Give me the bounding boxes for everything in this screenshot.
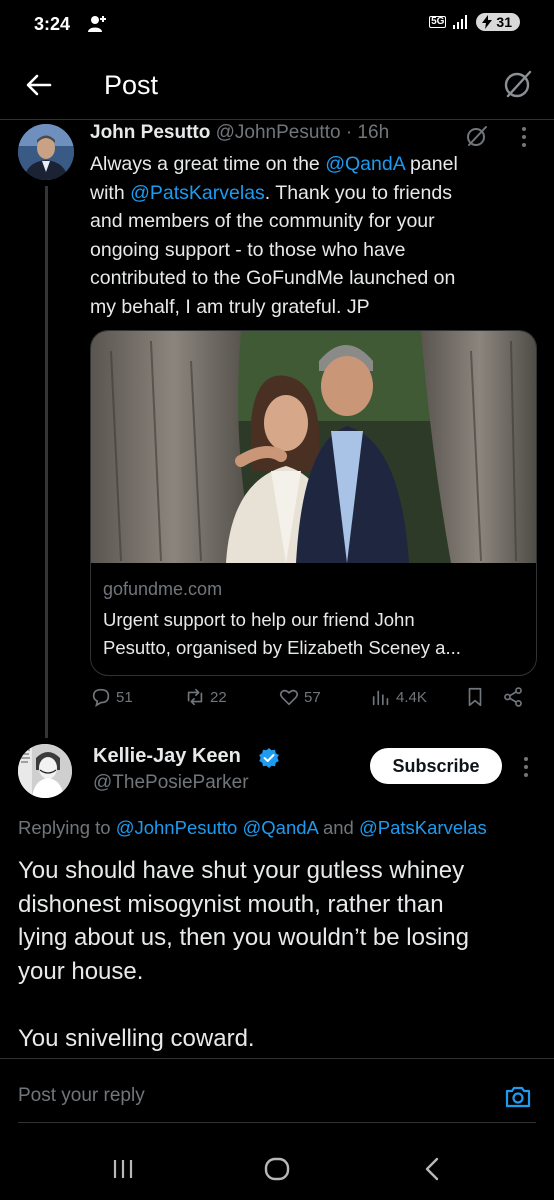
avatar[interactable] bbox=[18, 124, 74, 180]
battery-level: 31 bbox=[496, 14, 512, 30]
card-domain: gofundme.com bbox=[103, 579, 223, 599]
more-options-icon[interactable] bbox=[518, 124, 530, 150]
reply-body: You should have shut your gutless whiney… bbox=[18, 854, 548, 1055]
more-options-icon[interactable] bbox=[520, 754, 532, 780]
subscribe-button[interactable]: Subscribe bbox=[370, 748, 502, 784]
thread-connector bbox=[45, 186, 48, 738]
views-button[interactable]: 4.4K bbox=[370, 686, 427, 708]
avatar[interactable] bbox=[18, 744, 72, 798]
card-meta: gofundme.com Urgent support to help our … bbox=[103, 579, 527, 662]
post-timestamp: · 16h bbox=[345, 122, 390, 143]
post-text: contributed to the GoFundMe launched on bbox=[90, 267, 456, 289]
post-text: panel bbox=[404, 153, 458, 175]
recent-apps-icon[interactable] bbox=[108, 1154, 138, 1184]
repost-button[interactable]: 22 bbox=[184, 686, 227, 708]
post-author-name[interactable]: John Pesutto bbox=[90, 122, 210, 143]
mention-link[interactable]: @QandA bbox=[325, 153, 404, 175]
card-title: Pesutto, organised by Elizabeth Sceney a… bbox=[103, 637, 461, 658]
post-author-handle[interactable]: @JohnPesutto bbox=[216, 122, 341, 143]
mention-link[interactable]: @PatsKarvelas bbox=[130, 182, 265, 204]
reply-text: lying about us, then you wouldn’t be los… bbox=[18, 924, 469, 951]
reply-input[interactable]: Post your reply bbox=[18, 1085, 145, 1107]
home-icon[interactable] bbox=[262, 1154, 292, 1184]
reply-button[interactable]: 51 bbox=[90, 686, 133, 708]
post-text: my behalf, I am truly grateful. JP bbox=[90, 295, 370, 318]
grok-icon[interactable] bbox=[502, 68, 534, 100]
repost-count: 22 bbox=[210, 688, 227, 706]
mention-link[interactable]: @QandA bbox=[242, 817, 317, 838]
top-bar: Post bbox=[0, 52, 554, 120]
charging-icon bbox=[482, 15, 493, 29]
like-button[interactable]: 57 bbox=[278, 686, 321, 708]
page-title: Post bbox=[104, 70, 159, 100]
back-icon[interactable] bbox=[418, 1154, 448, 1184]
person-add-icon bbox=[88, 16, 106, 32]
profile-photo bbox=[18, 744, 72, 798]
reply-text: You should have shut your gutless whiney bbox=[18, 857, 465, 884]
share-icon[interactable] bbox=[502, 686, 524, 708]
grok-icon[interactable] bbox=[465, 124, 489, 148]
post-text: and members of the community for your bbox=[90, 210, 435, 232]
post-text: ongoing support - to those who have bbox=[90, 238, 406, 261]
back-arrow-icon[interactable] bbox=[24, 70, 54, 100]
card-image bbox=[91, 331, 536, 563]
divider bbox=[18, 1122, 536, 1123]
signal-icon bbox=[453, 15, 468, 29]
reply-author-name[interactable]: Kellie-Jay Keen bbox=[93, 745, 241, 768]
replying-to: Replying to @JohnPesutto @QandA and @Pat… bbox=[18, 817, 487, 839]
post-text: with bbox=[90, 181, 131, 204]
views-icon bbox=[372, 690, 389, 706]
system-nav-bar bbox=[0, 1140, 554, 1200]
verified-badge-icon bbox=[259, 748, 279, 768]
reply-icon bbox=[92, 688, 110, 707]
replying-prefix: Replying to bbox=[18, 817, 116, 838]
post-author-row: John Pesutto @JohnPesutto · 16h bbox=[90, 122, 389, 144]
views-count: 4.4K bbox=[396, 688, 427, 706]
reply-author-handle[interactable]: @ThePosieParker bbox=[93, 772, 249, 794]
battery-indicator: 31 bbox=[476, 13, 520, 31]
replying-and: and bbox=[317, 817, 359, 838]
reply-text: You snivelling coward. bbox=[18, 1024, 255, 1052]
heart-icon bbox=[279, 689, 299, 706]
status-time: 3:24 bbox=[34, 14, 71, 34]
network-label: 5G bbox=[429, 16, 447, 28]
reply-count: 51 bbox=[116, 688, 133, 706]
camera-icon[interactable] bbox=[504, 1083, 532, 1111]
profile-photo bbox=[18, 124, 74, 180]
reply-composer: Post your reply bbox=[0, 1058, 554, 1124]
post-text: Always a great time on the bbox=[90, 153, 326, 175]
reply-text: your house. bbox=[18, 957, 144, 985]
reply-text: dishonest misogynist mouth, rather than bbox=[18, 890, 444, 918]
mention-link[interactable]: @PatsKarvelas bbox=[359, 817, 487, 838]
status-bar: 3:24 5G 31 bbox=[0, 0, 554, 52]
link-preview-card[interactable]: gofundme.com Urgent support to help our … bbox=[90, 330, 537, 676]
post-body: Always a great time on the @QandA panel … bbox=[90, 150, 540, 321]
card-title: Urgent support to help our friend John bbox=[103, 609, 415, 630]
post-action-bar: 51 22 57 4.4K bbox=[90, 686, 530, 716]
bookmark-icon[interactable] bbox=[464, 686, 486, 708]
repost-icon bbox=[187, 688, 203, 706]
like-count: 57 bbox=[304, 688, 321, 706]
post-text: . Thank you to friends bbox=[264, 181, 452, 204]
mention-link[interactable]: @JohnPesutto bbox=[116, 817, 238, 838]
status-indicators: 5G 31 bbox=[429, 13, 520, 31]
